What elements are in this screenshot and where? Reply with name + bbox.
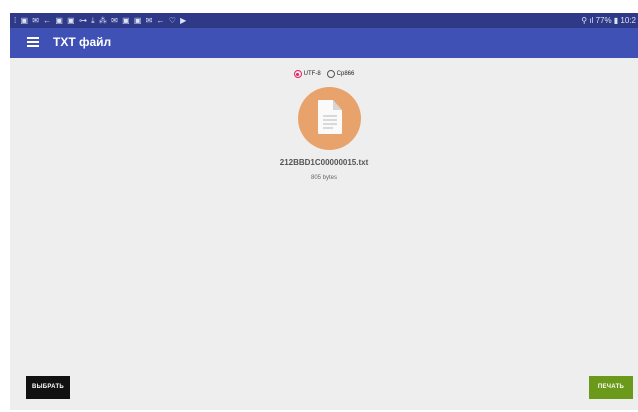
- status-bar: ⁞ ▣ ✉ ← ▣ ▣ ⊶ ⤓ ⁂ ✉ ▣ ▣ ✉ ← ♡ ▶ ⚲ ıl 77%…: [10, 13, 638, 28]
- app-bar: ТХТ файл: [10, 28, 638, 58]
- file-name: 212BBD1C00000015.txt: [279, 158, 369, 167]
- document-fold: [333, 100, 342, 110]
- app-title: ТХТ файл: [53, 35, 112, 49]
- radio-utf8[interactable]: UTF-8: [293, 70, 321, 78]
- radio-utf8-label: UTF-8: [303, 71, 321, 77]
- file-size: 805 bytes: [310, 175, 338, 181]
- document-line: [323, 127, 333, 129]
- document-line: [323, 119, 337, 121]
- radio-unchecked-icon[interactable]: [326, 70, 335, 78]
- radio-cp866-label: Cp866: [336, 71, 355, 77]
- file-icon-circle: [298, 87, 361, 150]
- radio-checked-icon[interactable]: [293, 70, 302, 78]
- choose-button[interactable]: ВЫБРАТЬ: [26, 376, 70, 399]
- document-line: [323, 123, 337, 125]
- document-line: [323, 115, 337, 117]
- print-button[interactable]: ПЕЧАТЬ: [589, 376, 633, 399]
- app-screen: ⁞ ▣ ✉ ← ▣ ▣ ⊶ ⤓ ⁂ ✉ ▣ ▣ ✉ ← ♡ ▶ ⚲ ıl 77%…: [10, 13, 638, 410]
- hamburger-menu-icon[interactable]: [27, 36, 39, 50]
- notification-icons: ⁞ ▣ ✉ ← ▣ ▣ ⊶ ⤓ ⁂ ✉ ▣ ▣ ✉ ← ♡ ▶: [14, 16, 188, 25]
- status-info: ⚲ ıl 77% ▮ 10:2: [581, 16, 636, 25]
- encoding-selector: UTF-8 Cp866: [10, 68, 638, 80]
- radio-cp866[interactable]: Cp866: [326, 70, 355, 78]
